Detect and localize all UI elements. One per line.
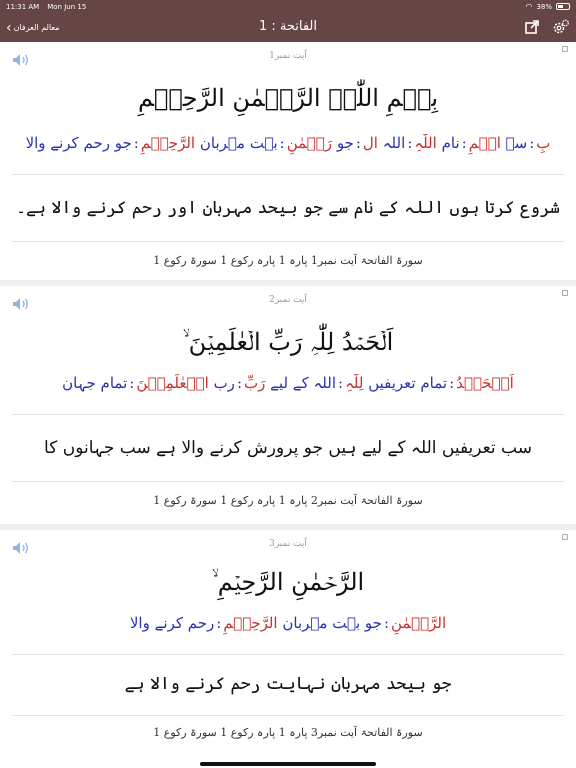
word-arabic: اللّٰہِ <box>414 134 437 152</box>
page-title: الفاتحة : 1 <box>258 19 317 34</box>
navigation-bar: ‹ معالم العرفان الفاتحة : 1 <box>0 13 576 42</box>
battery-icon <box>556 3 570 10</box>
word-urdu: بہت مہربان <box>199 134 278 152</box>
word-urdu: جو <box>336 134 354 152</box>
word-arabic: اَلۡحَمۡدُ <box>456 374 514 392</box>
word-arabic: ال <box>362 134 378 152</box>
word-by-word: اَلۡحَمۡدُ:تمام تعریفیں لِلّٰہِ:اللہ کے … <box>62 374 514 392</box>
verse-number: آیت نمبر2 <box>269 295 307 305</box>
word-arabic: الرَّحِیۡمِ <box>140 134 196 152</box>
word-arabic: لِلّٰہِ <box>345 374 364 392</box>
word-urdu: رب <box>213 374 235 392</box>
word-urdu: سے <box>505 134 528 152</box>
word-urdu: جو بہت مہربان <box>282 614 382 632</box>
word-arabic: اسۡمِ <box>468 134 501 152</box>
word-by-word: بِ:سے اسۡمِ:نام اللّٰہِ:اللہ ال:جو رَحۡم… <box>25 134 551 152</box>
word-arabic: بِ <box>536 134 551 152</box>
bookmark-icon[interactable] <box>562 46 568 52</box>
word-urdu: جو رحم کرنے والا <box>25 134 132 152</box>
verse-reference: سورۃ الفاتحۃ آیت نمبر3 پارہ 1 پارہ رکوع … <box>153 726 423 739</box>
status-bar: 11:31 AM Mon Jun 15 ◠ 38% <box>0 0 576 13</box>
word-urdu: اللہ <box>382 134 406 152</box>
verse-card-1: آیت نمبر1 بِسۡمِ اللّٰہِ الرَّحۡمٰنِ الر… <box>0 42 576 286</box>
word-arabic: رَحۡمٰنِ <box>286 134 333 152</box>
status-time: 11:31 AM <box>6 2 40 11</box>
word-arabic: الرَّحِیۡمِ <box>223 614 278 632</box>
urdu-translation: شروع کرتا ہوں اللہ کے نام سے جو بیحد مہر… <box>16 198 560 218</box>
word-arabic: الۡعٰلَمِیۡنَ <box>136 374 209 392</box>
verse-number: آیت نمبر3 <box>269 539 307 549</box>
share-icon[interactable] <box>524 19 540 35</box>
word-by-word: الرَّحۡمٰنِ:جو بہت مہربان الرَّحِیۡمِ:رح… <box>129 614 447 632</box>
word-urdu: نام <box>441 134 460 152</box>
verse-card-2: آیت نمبر2 اَلۡحَمۡدُ لِلّٰہِ رَبِّ الۡعٰ… <box>0 286 576 530</box>
verse-reference: سورۃ الفاتحۃ آیت نمبر1 پارہ 1 پارہ رکوع … <box>153 254 423 267</box>
word-arabic: رَبِّ <box>244 374 266 392</box>
verse-number: آیت نمبر1 <box>269 51 307 61</box>
gear-icon[interactable] <box>552 19 569 35</box>
verse-card-3: آیت نمبر3 الرَّحۡمٰنِ الرَّحِیۡمِ ۙ الرَ… <box>0 530 576 768</box>
home-indicator[interactable] <box>200 762 376 766</box>
bookmark-icon[interactable] <box>562 534 568 540</box>
wifi-icon: ◠ <box>525 2 533 11</box>
bookmark-icon[interactable] <box>562 290 568 296</box>
verse-reference: سورۃ الفاتحۃ آیت نمبر2 پارہ 1 پارہ رکوع … <box>153 494 423 507</box>
word-urdu: تمام جہان <box>62 374 128 392</box>
arabic-verse: الرَّحۡمٰنِ الرَّحِیۡمِ ۙ <box>211 568 365 596</box>
urdu-translation: سب تعریفیں اللہ کے لیے ہیں جو پرورش کرنے… <box>44 438 532 458</box>
arabic-verse: اَلۡحَمۡدُ لِلّٰہِ رَبِّ الۡعٰلَمِیۡنَ ۙ <box>182 328 394 356</box>
arabic-verse: بِسۡمِ اللّٰہِ الرَّحۡمٰنِ الرَّحِیۡمِ <box>137 84 439 112</box>
word-arabic: الرَّحۡمٰنِ <box>391 614 447 632</box>
status-date: Mon Jun 15 <box>47 2 87 11</box>
word-urdu: رحم کرنے والا <box>129 614 215 632</box>
battery-percent: 38% <box>536 2 552 11</box>
word-urdu: اللہ کے لیے <box>270 374 337 392</box>
urdu-translation: جو بیحد مہربان نہایت رحم کرنے والا ہے <box>124 674 452 694</box>
word-urdu: تمام تعریفیں <box>368 374 448 392</box>
